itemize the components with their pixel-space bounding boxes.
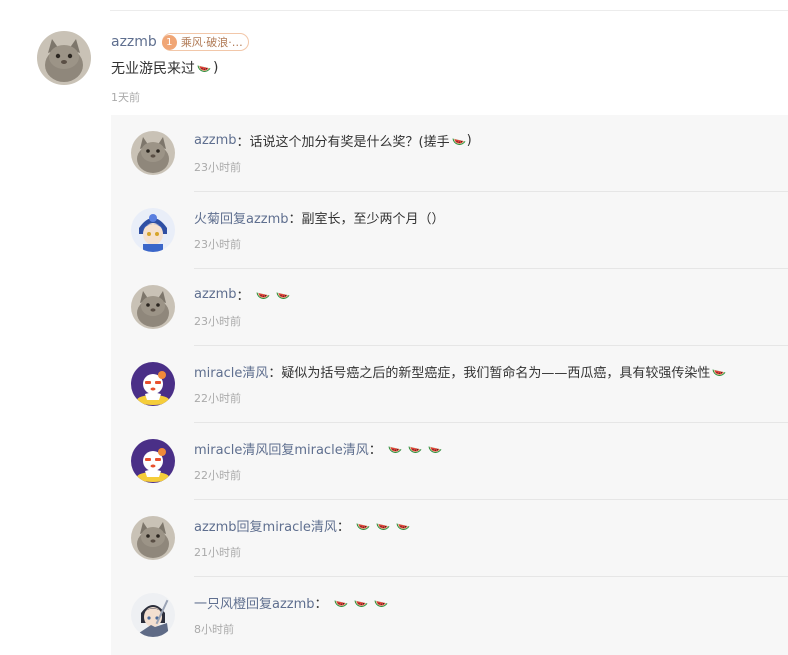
reply-item: azzmb回复miracle清风： 21小时前 [111,500,788,577]
reply-content: miracle清风：疑似为括号癌之后的新型癌症，我们暂命名为——西瓜癌，具有较强… [194,362,727,381]
comment-text-suffix: ) [213,60,219,76]
cat-avatar-icon [37,31,91,85]
reply-time: 22小时前 [194,392,241,405]
reply-separator: ： [336,520,350,535]
badge-text: 乘风·破浪·… [180,36,243,49]
reply-item: miracle清风：疑似为括号癌之后的新型癌症，我们暂命名为——西瓜癌，具有较强… [111,346,788,423]
reply-time: 23小时前 [194,315,241,328]
watermelon-emoji-icon [255,287,271,303]
reply-author[interactable]: miracle清风 [194,362,268,381]
reply-separator: ： [288,212,302,227]
reply-text: 疑似为括号癌之后的新型癌症，我们暂命名为——西瓜癌，具有较强传染性 [281,366,711,381]
reply-content: 一只风橙回复azzmb： [194,593,392,612]
reply-text-suffix: ) [466,133,472,148]
comment-text-body: 无业游民来过 [111,61,195,77]
reply-item: azzmb： 23小时前 [111,269,788,346]
comment-username[interactable]: azzmb [111,34,157,50]
top-divider [110,10,788,11]
watermelon-emoji-icon [275,287,291,303]
anime-boy-avatar[interactable] [131,208,175,252]
reply-author[interactable]: 一只风橙回复azzmb [194,593,315,612]
watermelon-emoji-icon [375,518,391,534]
cat-avatar[interactable] [131,516,175,560]
reply-content: azzmb回复miracle清风： [194,516,414,535]
badge-level: 1 [161,34,177,50]
reply-content: azzmb： [194,285,294,304]
reply-text: 话说这个加分有奖是什么奖？(搓手 [249,135,450,150]
reply-time: 21小时前 [194,546,241,559]
comment-time: 1天前 [111,91,140,104]
comment-text: 无业游民来过 ) [111,58,218,78]
watermelon-emoji-icon [407,441,423,457]
watermelon-emoji-icon [355,518,371,534]
reply-time: 8小时前 [194,623,234,636]
replies-panel: azzmb：话说这个加分有奖是什么奖？(搓手) 23小时前 火菊回复azzmb：副室… [111,115,788,655]
cartoon-avatar[interactable] [131,362,175,406]
reply-separator: ： [236,289,250,304]
watermelon-emoji-icon [427,441,443,457]
reply-author[interactable]: azzmb [194,287,237,302]
watermelon-emoji-icon [196,60,212,76]
reply-item: 火菊回复azzmb：副室长，至少两个月（） 23小时前 [111,192,788,269]
reply-time: 23小时前 [194,161,241,174]
cat-avatar[interactable] [131,285,175,329]
reply-separator: ： [368,443,382,458]
reply-content: 火菊回复azzmb：副室长，至少两个月（） [194,208,445,227]
reply-separator: ： [314,597,328,612]
reply-item: miracle清风回复miracle清风： 22小时前 [111,423,788,500]
reply-separator: ： [268,366,282,381]
reply-text: 副室长，至少两个月（） [301,212,445,227]
watermelon-emoji-icon [711,364,727,380]
cartoon-avatar[interactable] [131,439,175,483]
reply-author[interactable]: azzmb [194,133,237,148]
watermelon-emoji-icon [451,133,467,149]
reply-author[interactable]: 火菊回复azzmb [194,208,289,227]
reply-content: azzmb：话说这个加分有奖是什么奖？(搓手) [194,131,472,150]
watermelon-emoji-icon [387,441,403,457]
cat-avatar[interactable] [131,131,175,175]
reply-separator: ： [236,135,250,150]
watermelon-emoji-icon [353,595,369,611]
watermelon-emoji-icon [333,595,349,611]
reply-item: 一只风橙回复azzmb： 8小时前 [111,577,788,654]
user-avatar[interactable] [37,31,91,85]
reply-time: 22小时前 [194,469,241,482]
reply-content: miracle清风回复miracle清风： [194,439,446,458]
watermelon-emoji-icon [373,595,389,611]
watermelon-emoji-icon [395,518,411,534]
reply-author[interactable]: azzmb回复miracle清风 [194,516,337,535]
fan-badge[interactable]: 1 乘风·破浪·… [161,33,249,51]
reply-item: azzmb：话说这个加分有奖是什么奖？(搓手) 23小时前 [111,115,788,192]
reply-time: 23小时前 [194,238,241,251]
reply-author[interactable]: miracle清风回复miracle清风 [194,439,369,458]
anime-swordsman-avatar[interactable] [131,593,175,637]
